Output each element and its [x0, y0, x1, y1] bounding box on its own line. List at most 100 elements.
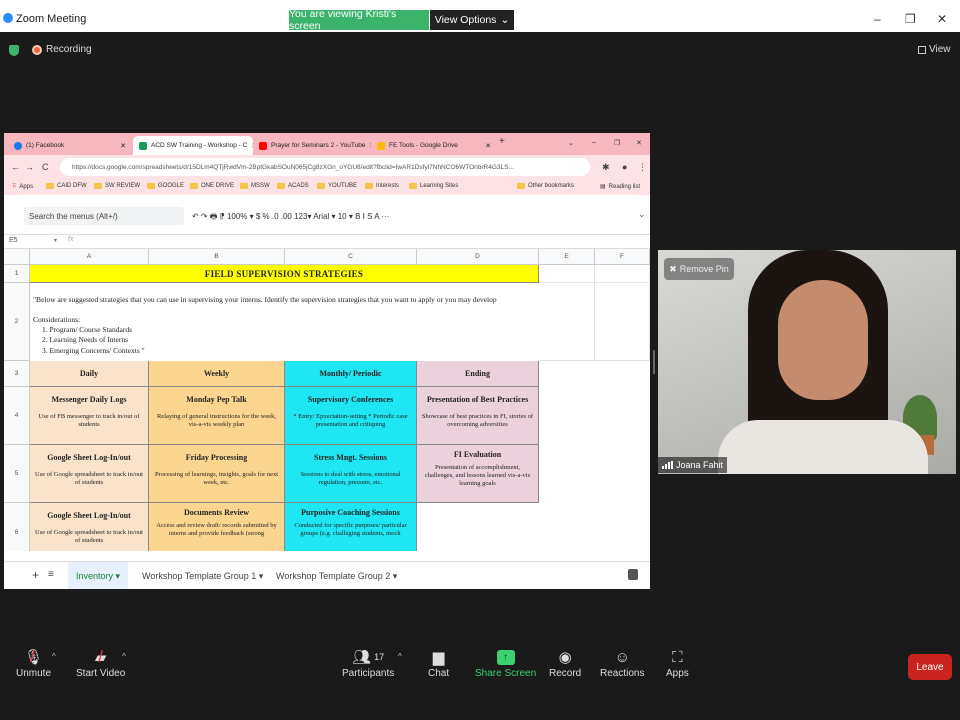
empty-cell[interactable] — [595, 283, 650, 361]
sheet-tab-inventory[interactable]: Inventory ▾ — [68, 562, 129, 589]
chevron-up-icon[interactable]: ^ — [398, 652, 402, 661]
strategy-cell[interactable]: Presentation of Best Practices Showcase o… — [417, 387, 539, 445]
participants-button[interactable]: 👥︎ 17 Participants — [342, 646, 394, 679]
all-sheets-icon[interactable]: ≡ — [48, 569, 54, 580]
leave-button[interactable]: Leave — [908, 654, 952, 680]
folder-icon — [94, 183, 102, 189]
bookmark-folder[interactable]: Interests — [365, 183, 399, 189]
strategy-cell[interactable]: Monday Pep Talk Relaying of general instr… — [149, 387, 285, 445]
explore-icon[interactable] — [628, 569, 638, 580]
reactions-button[interactable]: ☺ Reactions — [600, 646, 644, 680]
new-tab-icon[interactable]: + — [499, 136, 505, 147]
column-header[interactable]: B — [149, 249, 285, 265]
row-header[interactable]: 3 — [4, 361, 30, 387]
more-icon[interactable]: ⋮ — [638, 162, 647, 173]
strategy-cell[interactable]: Friday Processing Processing of learnings… — [149, 445, 285, 503]
strategy-cell[interactable]: Messenger Daily Logs Use of FB messenger … — [30, 387, 149, 445]
empty-cell[interactable] — [595, 265, 650, 283]
bookmark-apps[interactable]: ⠿ Apps — [12, 183, 33, 191]
row-header[interactable]: 4 — [4, 387, 30, 445]
column-header[interactable]: A — [30, 249, 149, 265]
browser-tab-sheets[interactable]: ACD SW Training - Workshop - C ✕ — [133, 136, 253, 155]
chevron-down-icon[interactable]: ▾ — [54, 237, 57, 244]
column-header[interactable]: E — [539, 249, 595, 265]
sheet-tab-group-1[interactable]: Workshop Template Group 1 ▾ — [134, 562, 271, 589]
extension-icon[interactable]: ✱ — [602, 162, 610, 173]
row-header[interactable]: 1 — [4, 265, 30, 283]
strategy-cell[interactable]: Google Sheet Log-In/out Use of Google spr… — [30, 503, 149, 551]
view-button[interactable]: View — [918, 44, 951, 55]
start-video-button[interactable]: ▰ / Start Video — [76, 646, 125, 679]
unmute-button[interactable]: 🎙︎ / Unmute — [16, 646, 51, 679]
intro-cell[interactable]: "Below are suggested strategies that you… — [30, 285, 544, 364]
strategy-cell[interactable]: Stress Mngt. Sessions Sessions to deal wi… — [285, 445, 417, 503]
profile-icon[interactable]: ● — [622, 162, 627, 172]
header-weekly[interactable]: Weekly — [149, 361, 285, 387]
apps-button[interactable]: ⛶ Apps — [666, 646, 689, 680]
close-icon[interactable]: ✕ — [937, 12, 947, 26]
close-icon[interactable]: ✕ — [120, 142, 126, 150]
remove-pin-button[interactable]: ✖ Remove Pin — [664, 258, 734, 280]
strategy-cell[interactable]: Documents Review Access and review draft/… — [149, 503, 285, 551]
chevron-up-icon[interactable]: ^ — [52, 652, 56, 661]
share-screen-button[interactable]: ↑ Share Screen — [475, 646, 536, 679]
bookmark-folder[interactable]: Learning Sites — [409, 183, 458, 189]
close-icon[interactable]: ✕ — [636, 139, 642, 147]
empty-cell[interactable] — [539, 283, 595, 361]
header-monthly[interactable]: Monthly/ Periodic — [285, 361, 417, 387]
folder-icon — [517, 183, 525, 189]
bookmark-folder[interactable]: GOOGLE — [147, 183, 184, 189]
minimize-icon[interactable]: – — [592, 139, 596, 146]
row-header[interactable]: 6 — [4, 503, 30, 551]
add-sheet-icon[interactable]: + — [32, 568, 39, 582]
minimize-icon[interactable]: – — [874, 12, 881, 26]
sheet-tab-group-2[interactable]: Workshop Template Group 2 ▾ — [268, 562, 405, 589]
bookmark-folder[interactable]: ONE DRIVE — [190, 183, 234, 189]
forward-icon[interactable]: → — [25, 162, 34, 172]
record-button[interactable]: ◉ Record — [549, 646, 581, 679]
sheet-title-cell[interactable]: FIELD SUPERVISION STRATEGIES — [30, 265, 539, 283]
spreadsheet-grid[interactable]: A B C D E F 1 2 3 4 5 6 FIELD SUPERVISIO… — [4, 249, 650, 551]
reload-icon[interactable]: C — [42, 162, 49, 172]
bookmark-reading-list[interactable]: ▤ Reading list — [600, 183, 640, 191]
chevron-down-icon[interactable]: ⌄ — [638, 209, 646, 220]
splitter-handle[interactable] — [653, 350, 655, 374]
strategy-cell[interactable]: Google Sheet Log-In/out Use of Google spr… — [30, 445, 149, 503]
bookmark-folder[interactable]: MSSW — [240, 183, 270, 189]
bookmark-folder[interactable]: ACADS — [277, 183, 309, 189]
chat-button[interactable]: ▆ Chat — [428, 646, 449, 679]
cell-reference[interactable]: E5 — [9, 237, 18, 244]
column-header[interactable]: C — [285, 249, 417, 265]
view-options-button[interactable]: View Options ⌄ — [430, 10, 514, 30]
restore-icon[interactable]: ❐ — [905, 12, 916, 26]
bookmark-folder[interactable]: CAID DFW — [46, 183, 87, 189]
bookmark-folder[interactable]: SW REVIEW — [94, 183, 140, 189]
strategy-cell[interactable]: Purposive Coaching Sessions Conducted for… — [285, 503, 417, 551]
row-header[interactable]: 5 — [4, 445, 30, 503]
chevron-up-icon[interactable]: ^ — [122, 652, 126, 661]
browser-tab-facebook[interactable]: (1) Facebook ✕ — [8, 136, 132, 155]
strategy-cell[interactable]: FI Evaluation Presentation of accomplishm… — [417, 445, 539, 503]
close-icon[interactable]: ✕ — [485, 142, 491, 150]
strategy-cell[interactable]: Supervisory Conferences * Entry/ Epxectat… — [285, 387, 417, 445]
participant-video[interactable]: ✖ Remove Pin Joana Fahit — [658, 250, 956, 474]
corner-header[interactable] — [4, 249, 30, 265]
shield-icon[interactable] — [9, 45, 19, 56]
bookmark-folder[interactable]: Other bookmarks — [517, 183, 574, 189]
browser-tab-youtube[interactable]: Prayer for Seminars 2 - YouTube ✕ — [253, 136, 371, 155]
restore-icon[interactable]: ❐ — [614, 139, 620, 147]
column-header[interactable]: F — [595, 249, 650, 265]
header-daily[interactable]: Daily — [30, 361, 149, 387]
back-icon[interactable]: ← — [11, 162, 20, 172]
header-ending[interactable]: Ending — [417, 361, 539, 387]
address-bar[interactable]: https://docs.google.com/spreadsheets/d/1… — [60, 158, 590, 176]
empty-cell[interactable] — [539, 265, 595, 283]
menu-search-input[interactable]: Search the menus (Alt+/) — [24, 207, 184, 225]
column-header[interactable]: D — [417, 249, 539, 265]
browser-tab-drive[interactable]: FE Tools - Google Drive ✕ — [371, 136, 497, 155]
chevron-down-icon[interactable]: ⌄ — [568, 139, 574, 147]
format-tools[interactable]: ↶ ↷ 🖶 ⁋ 100% ▾ $ % .0 .00 123▾ Arial ▾ 1… — [192, 211, 389, 225]
participant-shirt — [718, 420, 928, 474]
bookmark-folder[interactable]: YOUTUBE — [317, 183, 357, 189]
row-header[interactable]: 2 — [4, 283, 30, 361]
